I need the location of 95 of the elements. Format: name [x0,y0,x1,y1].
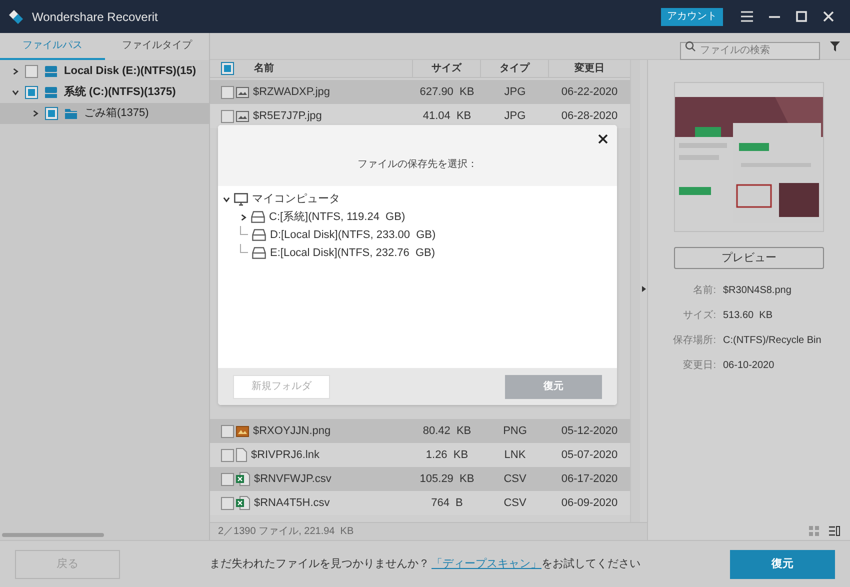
detail-value: 513.60 KB [723,309,772,323]
file-type: JPG [504,108,526,124]
search-field[interactable]: ファイルの検索 [680,42,820,60]
status-text: 2／1390 ファイル, 221.94 KB [218,525,354,539]
file-row[interactable]: $RIVPRJ6.lnk 1.26 KB LNK 05-07-2020 [210,443,630,467]
file-name: $RIVPRJ6.lnk [251,448,320,463]
drive-icon [251,211,265,223]
column-header[interactable]: タイプ [500,61,530,76]
chevron-down-icon[interactable] [12,89,19,96]
chevron-right-icon[interactable] [32,110,39,117]
file-size: 41.04 KB [422,108,472,124]
file-date: 06-22-2020 [561,84,618,100]
file-name: $RNVFWJP.csv [254,472,332,487]
preview-button[interactable]: プレビュー [674,247,824,269]
computer-icon [234,192,248,206]
file-date: 06-17-2020 [561,472,618,487]
photo-file-icon [236,426,249,436]
drive-icon [252,247,266,259]
file-type: CSV [504,472,526,487]
menu-icon[interactable] [741,11,753,22]
drive-icon [252,229,266,241]
prompt-text: をお試してください [542,556,640,572]
tree-label[interactable]: マイコンピュータ [252,190,340,208]
file-type: JPG [504,84,526,100]
prompt-text: まだ失われたファイルを見つかりませんか？ [210,556,430,572]
file-date: 06-28-2020 [561,108,618,124]
chevron-right-icon[interactable] [12,68,19,75]
checkbox[interactable] [221,448,234,462]
file-name: $RNA4T5H.csv [254,496,330,511]
drive-icon [44,65,58,78]
column-header[interactable]: サイズ [432,61,462,76]
maximize-icon[interactable] [796,11,807,22]
file-date: 05-07-2020 [561,448,618,463]
drive-icon [44,86,58,99]
filter-icon[interactable] [830,40,840,52]
tree-item[interactable]: ごみ箱(1375) [0,103,209,124]
window-title: Wondershare Recoverit [32,8,158,26]
file-size: 627.90 KB [420,84,474,100]
checkbox[interactable] [221,472,234,486]
file-date: 06-09-2020 [561,496,618,511]
checkbox[interactable] [221,86,234,98]
file-size: 105.29 KB [420,472,474,487]
tree-label[interactable]: C:[系統](NTFS, 119.24 GB) [269,208,406,226]
file-type: LNK [504,448,526,463]
spreadsheet-icon [236,496,250,510]
account-button[interactable]: アカウント [661,8,723,26]
image-file-icon [236,86,249,98]
detail-label: 名前: [693,284,716,298]
checkbox[interactable] [221,62,234,75]
detail-label: 変更日: [683,358,716,373]
restore-button[interactable]: 復元 [730,550,835,578]
list-view-icon[interactable] [829,526,840,536]
file-row[interactable]: $RXOYJJN.png 80.42 KB PNG 05-12-2020 [210,419,630,443]
checkbox[interactable] [45,107,58,120]
expand-arrow-icon[interactable] [642,286,646,292]
file-name: $RXOYJJN.png [253,424,331,439]
chevron-right-icon[interactable] [240,214,247,220]
detail-value: $R30N4S8.png [723,284,792,298]
checkbox[interactable] [25,86,38,99]
checkbox[interactable] [221,424,234,438]
tree-item[interactable]: 系统 (C:)(NTFS)(1375) [0,82,209,103]
tree-item[interactable]: Local Disk (E:)(NTFS)(15) [0,61,209,82]
file-size: 80.42 KB [422,424,472,439]
tree-label[interactable]: E:[Local Disk](NTFS, 232.76 GB) [270,244,436,262]
file-row[interactable]: $RNA4T5H.csv 764 B CSV 06-09-2020 [210,491,630,515]
detail-value: 06-10-2020 [723,359,774,373]
checkbox[interactable] [25,65,38,78]
chevron-down-icon[interactable] [223,196,230,202]
detail-label: サイズ: [683,309,716,323]
image-file-icon [236,110,249,122]
file-name: $RZWADXP.jpg [253,84,330,100]
logo-icon [8,8,24,24]
folder-icon [64,108,78,120]
spreadsheet-icon [236,472,250,486]
file-row[interactable]: $RNVFWJP.csv 105.29 KB CSV 06-17-2020 [210,467,630,491]
column-header[interactable]: 名前 [254,61,274,76]
checkbox[interactable] [221,110,234,122]
tree-label[interactable]: D:[Local Disk](NTFS, 233.00 GB) [270,226,436,244]
checkbox[interactable] [221,496,234,510]
search-icon [685,41,696,52]
column-header[interactable]: 変更日 [574,61,604,76]
detail-label: 保存場所: [673,334,716,348]
file-type: PNG [503,424,527,439]
file-type: CSV [504,496,526,511]
detail-value: C:(NTFS)/Recycle Bin [723,334,822,348]
close-icon[interactable] [598,134,608,144]
document-icon [236,448,247,462]
file-row[interactable]: $RZWADXP.jpg 627.90 KB JPG 06-22-2020 [210,80,630,104]
file-date: 05-12-2020 [561,424,618,439]
dialog-title: ファイルの保存先を選択： [358,158,478,172]
file-size: 764 B [431,496,463,511]
tab[interactable]: ファイルタイプ [104,33,209,60]
scrollbar[interactable] [2,533,104,537]
file-name: $R5E7J7P.jpg [253,108,322,124]
file-size: 1.26 KB [426,448,468,463]
